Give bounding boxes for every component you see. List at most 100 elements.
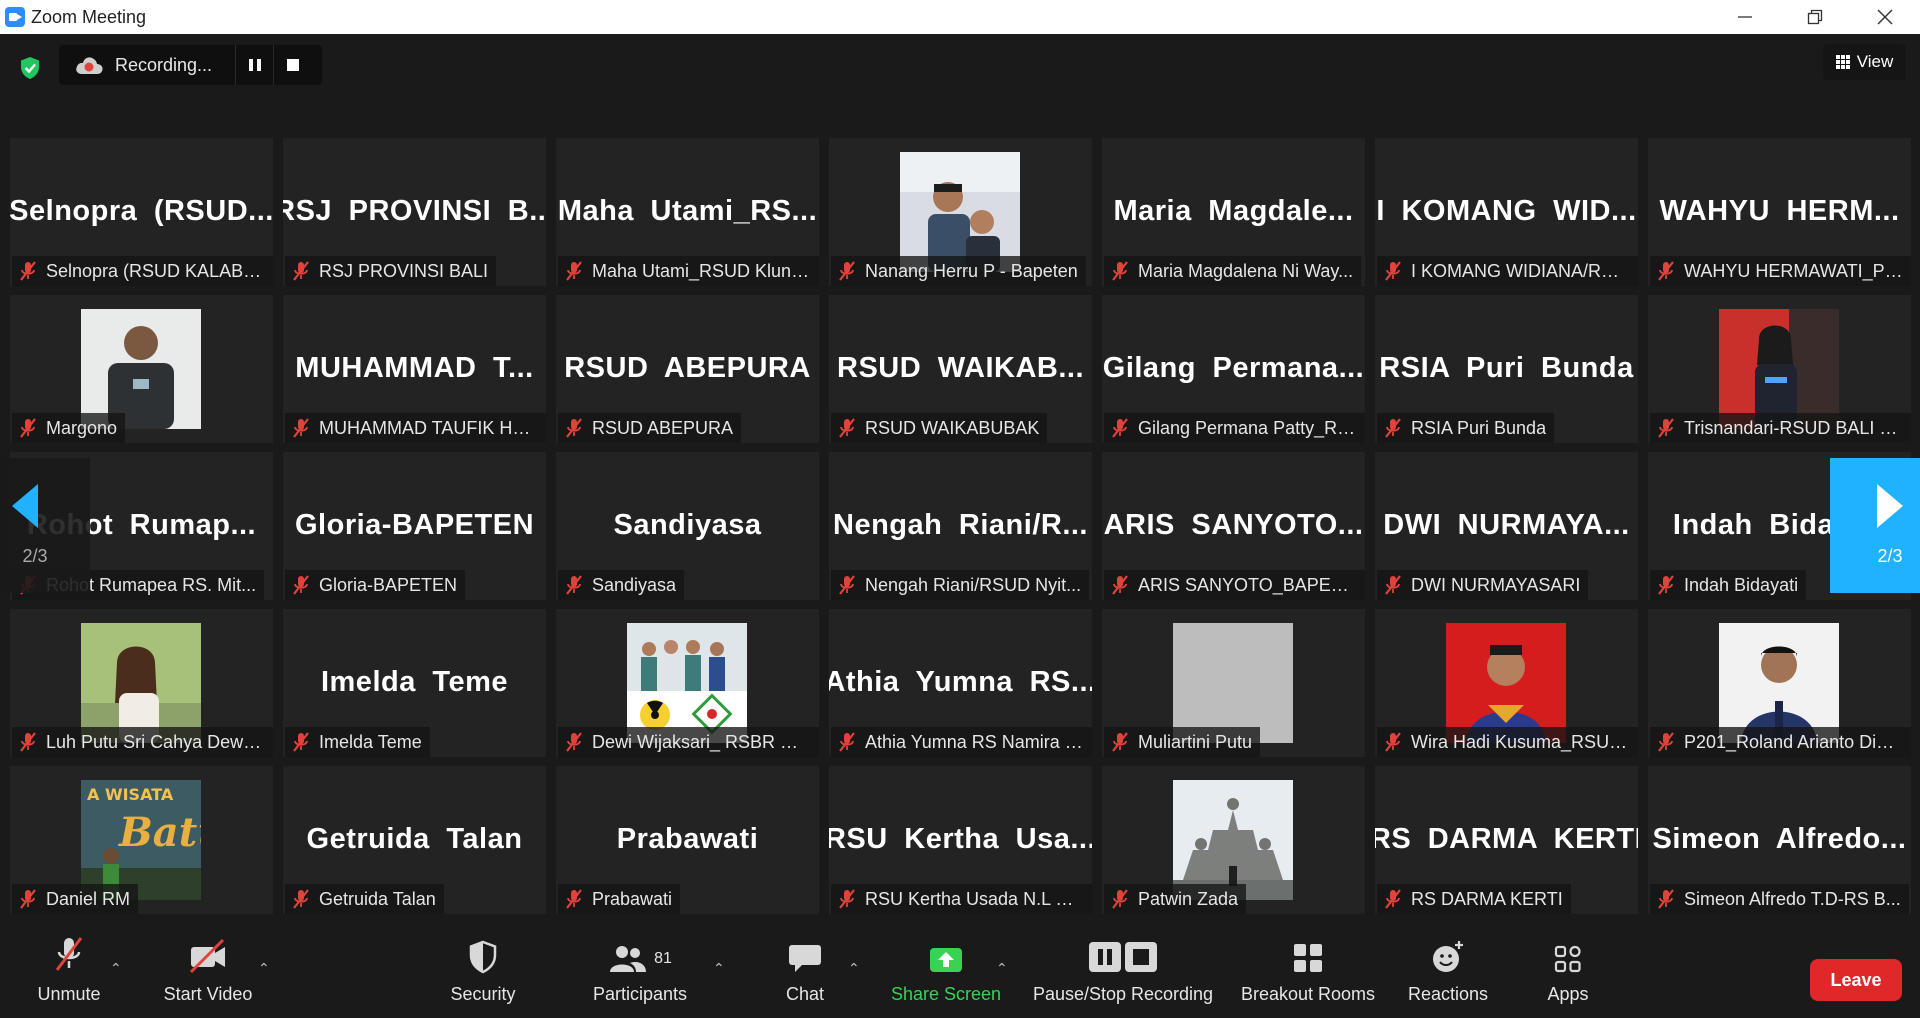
participant-photo: [81, 623, 201, 743]
participant-tile[interactable]: Getruida Talan Getruida Talan: [283, 766, 546, 914]
participant-name-display: Imelda Teme: [320, 665, 509, 698]
participant-tile[interactable]: A WISATA Batu Daniel RM: [10, 766, 273, 914]
muted-mic-icon: [1654, 887, 1678, 911]
pause-stop-recording-icon: [1087, 928, 1159, 978]
participant-tile[interactable]: Patwin Zada: [1102, 766, 1365, 914]
participant-tile[interactable]: RSUD ABEPURA RSUD ABEPURA: [556, 295, 819, 443]
participant-tile[interactable]: Prabawati Prabawati: [556, 766, 819, 914]
muted-mic-icon: [835, 573, 859, 597]
participant-tile[interactable]: Nanang Herru P - Bapeten: [829, 138, 1092, 286]
svg-text:A WISATA: A WISATA: [87, 785, 174, 804]
recording-indicator: Recording...: [59, 45, 322, 85]
previous-page-button[interactable]: 2/3: [0, 458, 90, 593]
participant-tile[interactable]: WAHYU HERM... WAHYU HERMAWATI_PR...: [1648, 138, 1911, 286]
participant-tile[interactable]: RSJ PROVINSI B... RSJ PROVINSI BALI: [283, 138, 546, 286]
participant-tile[interactable]: Wira Hadi Kusuma_RSUD...: [1375, 609, 1638, 757]
reactions-button[interactable]: Reactions: [1406, 928, 1490, 1018]
muted-mic-icon: [835, 259, 859, 283]
participant-name: Imelda Teme: [319, 731, 422, 752]
participant-tile[interactable]: Nengah Riani/R... Nengah Riani/RSUD Nyit.…: [829, 452, 1092, 600]
muted-mic-icon: [835, 730, 859, 754]
breakout-rooms-button[interactable]: Breakout Rooms: [1238, 928, 1378, 1018]
participant-name: DWI NURMAYASARI: [1411, 574, 1581, 595]
participant-tile[interactable]: Dewi Wijaksari_ RSBR DPS: [556, 609, 819, 757]
muted-mic-icon: [16, 887, 40, 911]
participant-tile[interactable]: Simeon Alfredo... Simeon Alfredo T.D-RS B…: [1648, 766, 1911, 914]
muted-mic-icon: [16, 730, 40, 754]
security-shield-icon: [468, 928, 498, 978]
security-label: Security: [450, 984, 516, 1004]
pause-recording-button[interactable]: [235, 45, 273, 85]
participant-tile[interactable]: DWI NURMAYA... DWI NURMAYASARI: [1375, 452, 1638, 600]
chat-button[interactable]: Chat: [780, 928, 830, 1018]
participant-label: Prabawati: [558, 884, 681, 914]
encryption-shield-button[interactable]: [14, 52, 46, 84]
participant-tile[interactable]: P201_Roland Arianto Dim...: [1648, 609, 1911, 757]
leave-button[interactable]: Leave: [1810, 959, 1902, 1001]
muted-mic-icon: [289, 573, 313, 597]
window-title: Zoom Meeting: [31, 6, 147, 27]
participant-tile[interactable]: Selnopra (RSUD... Selnopra (RSUD KALABA..…: [10, 138, 273, 286]
participant-name: Maha Utami_RSUD Klung...: [592, 260, 811, 281]
participant-tile[interactable]: RS DARMA KERTI RS DARMA KERTI: [1375, 766, 1638, 914]
participant-label: Maha Utami_RSUD Klung...: [558, 256, 819, 286]
participant-tile[interactable]: Margono: [10, 295, 273, 443]
participant-tile[interactable]: Muliartini Putu: [1102, 609, 1365, 757]
close-button[interactable]: [1850, 0, 1920, 34]
participant-label: I KOMANG WIDIANA/RSU...: [1377, 256, 1638, 286]
view-button[interactable]: View: [1823, 44, 1906, 80]
gallery-grid: Selnopra (RSUD... Selnopra (RSUD KALABA..…: [10, 138, 1911, 916]
participant-tile[interactable]: ARIS SANYOTO... ARIS SANYOTO_BAPETEN: [1102, 452, 1365, 600]
next-page-button[interactable]: 2/3: [1830, 458, 1920, 593]
unmute-button[interactable]: Unmute: [30, 928, 108, 1018]
apps-label: Apps: [1547, 984, 1589, 1004]
cloud-recording-icon: [69, 45, 109, 85]
muted-mic-icon: [1654, 730, 1678, 754]
participant-tile[interactable]: Imelda Teme Imelda Teme: [283, 609, 546, 757]
participant-name: I KOMANG WIDIANA/RSU...: [1411, 260, 1630, 281]
participant-name: RSUD WAIKABUBAK: [865, 417, 1040, 438]
muted-mic-icon: [1108, 887, 1132, 911]
participant-name: Daniel RM: [46, 888, 131, 909]
participants-label: Participants: [592, 984, 688, 1004]
video-options-chevron-up-icon[interactable]: ⌃: [258, 960, 270, 977]
participant-photo: [900, 152, 1020, 272]
title-bar: Zoom Meeting: [0, 0, 1920, 34]
participant-label: RSUD WAIKABUBAK: [831, 413, 1048, 443]
share-screen-button[interactable]: Share Screen: [891, 928, 1001, 1018]
participant-tile[interactable]: Maria Magdale... Maria Magdalena Ni Way..…: [1102, 138, 1365, 286]
participant-photo: [627, 623, 747, 743]
pause-stop-recording-button[interactable]: Pause/Stop Recording: [1030, 928, 1216, 1018]
chat-options-chevron-up-icon[interactable]: ⌃: [848, 960, 860, 977]
restore-button[interactable]: [1780, 0, 1850, 34]
minimize-button[interactable]: [1710, 0, 1780, 34]
participant-label: DWI NURMAYASARI: [1377, 570, 1589, 600]
participant-tile[interactable]: RSU Kertha Usa... RSU Kertha Usada N.L Vi…: [829, 766, 1092, 914]
participant-tile[interactable]: I KOMANG WID... I KOMANG WIDIANA/RSU...: [1375, 138, 1638, 286]
audio-options-chevron-up-icon[interactable]: ⌃: [110, 960, 122, 977]
participant-tile[interactable]: Athia Yumna RS... Athia Yumna RS Namira L…: [829, 609, 1092, 757]
participant-tile[interactable]: Gloria-BAPETEN Gloria-BAPETEN: [283, 452, 546, 600]
muted-mic-icon: [1108, 730, 1132, 754]
participant-name: Nanang Herru P - Bapeten: [865, 260, 1078, 281]
participant-tile[interactable]: Sandiyasa Sandiyasa: [556, 452, 819, 600]
participants-button[interactable]: 81 Participants: [586, 928, 694, 1018]
participant-tile[interactable]: RSIA Puri Bunda RSIA Puri Bunda: [1375, 295, 1638, 443]
participant-tile[interactable]: Gilang Permana... Gilang Permana Patty_RS…: [1102, 295, 1365, 443]
participant-tile[interactable]: Maha Utami_RS... Maha Utami_RSUD Klung...: [556, 138, 819, 286]
stop-recording-button[interactable]: [273, 45, 311, 85]
minimize-icon: [1738, 16, 1752, 18]
zoom-app-icon: [5, 7, 25, 27]
share-options-chevron-up-icon[interactable]: ⌃: [996, 960, 1008, 977]
apps-button[interactable]: Apps: [1540, 928, 1596, 1018]
participant-tile[interactable]: MUHAMMAD T... MUHAMMAD TAUFIK HA...: [283, 295, 546, 443]
participant-tile[interactable]: Trisnandari-RSUD BALI M...: [1648, 295, 1911, 443]
participant-tile[interactable]: Luh Putu Sri Cahya Dewi-...: [10, 609, 273, 757]
breakout-rooms-label: Breakout Rooms: [1240, 984, 1376, 1004]
participants-options-chevron-up-icon[interactable]: ⌃: [713, 960, 725, 977]
participant-label: Gloria-BAPETEN: [285, 570, 466, 600]
participant-tile[interactable]: RSUD WAIKAB... RSUD WAIKABUBAK: [829, 295, 1092, 443]
security-button[interactable]: Security: [445, 928, 521, 1018]
start-video-button[interactable]: Start Video: [156, 928, 260, 1018]
participant-label: Gilang Permana Patty_RS...: [1104, 413, 1365, 443]
